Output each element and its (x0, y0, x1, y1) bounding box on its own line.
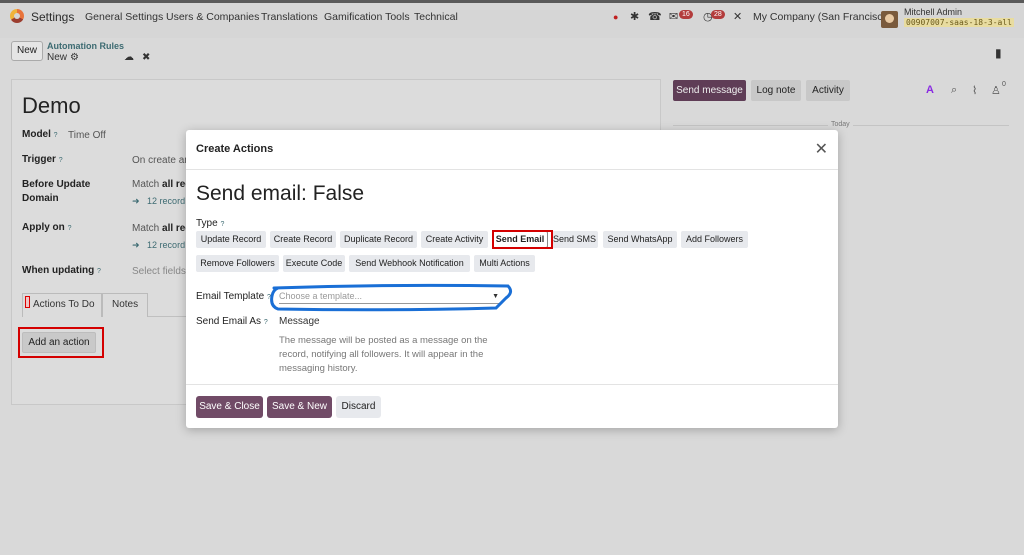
gear-icon[interactable]: ⚙ (70, 52, 79, 63)
when-updating-label: When updating ? (22, 265, 101, 276)
menu-gamification-tools[interactable]: Gamification Tools (324, 11, 410, 23)
type-send-webhook-notification[interactable]: Send Webhook Notification (349, 255, 470, 272)
paperclip-icon[interactable]: ⌇ (972, 84, 977, 97)
create-actions-dialog: Create Actions ✕ Send email: False Type … (186, 130, 838, 428)
followers-icon[interactable]: ♙ (991, 84, 1001, 97)
company-switcher[interactable]: My Company (San Francisco) (753, 11, 892, 23)
type-send-sms[interactable]: Send SMS (551, 231, 598, 248)
save-cloud-icon[interactable]: ☁ (124, 52, 134, 63)
app-name[interactable]: Settings (31, 10, 74, 24)
bug-icon[interactable]: ✱ (630, 10, 639, 23)
tab-notes[interactable]: Notes (102, 293, 148, 317)
trigger-value[interactable]: On create an (132, 155, 190, 166)
activity-button[interactable]: Activity (806, 80, 850, 101)
model-value[interactable]: Time Off (68, 130, 106, 141)
today-label: Today (828, 121, 853, 128)
type-add-followers[interactable]: Add Followers (681, 231, 748, 248)
breadcrumb[interactable]: Automation Rules (47, 41, 124, 51)
before-update-label: Before Update (22, 179, 91, 190)
apply-on-records-link[interactable]: ➜ 12 record (132, 240, 185, 251)
recording-dot-icon[interactable]: ● (613, 12, 618, 22)
type-duplicate-record[interactable]: Duplicate Record (340, 231, 417, 248)
dialog-header-divider (186, 169, 838, 170)
type-remove-followers[interactable]: Remove Followers (196, 255, 279, 272)
email-template-label: Email Template ? (196, 291, 271, 302)
messages-icon[interactable]: ✉ (669, 10, 678, 23)
user-name[interactable]: Mitchell Admin (904, 7, 962, 17)
annotation-red-mark (25, 296, 30, 308)
close-icon[interactable]: ✕ (815, 139, 828, 159)
type-create-record[interactable]: Create Record (270, 231, 336, 248)
record-state: New (47, 52, 68, 63)
type-create-activity[interactable]: Create Activity (421, 231, 488, 248)
type-execute-code[interactable]: Execute Code (283, 255, 345, 272)
when-updating-input[interactable]: Select fields... (132, 266, 194, 277)
phone-icon[interactable]: ☎ (648, 10, 662, 23)
send-email-as-value[interactable]: Message (279, 316, 320, 327)
activities-badge: 28 (711, 10, 725, 19)
tab-actions-to-do[interactable]: Actions To Do (22, 293, 102, 317)
log-note-button[interactable]: Log note (751, 80, 801, 101)
new-button[interactable]: New (11, 41, 43, 61)
apply-on-domain[interactable]: Match all rec (132, 223, 191, 234)
dialog-title: Create Actions (196, 143, 274, 155)
annotation-red-box (18, 327, 104, 358)
discard-icon[interactable]: ✖ (142, 52, 150, 63)
bookmark-icon[interactable]: ▮ (995, 46, 1002, 60)
annotation-blue-scribble (270, 283, 513, 312)
discard-button[interactable]: Discard (336, 396, 381, 418)
menu-translations[interactable]: Translations (261, 11, 318, 23)
type-multi-actions[interactable]: Multi Actions (474, 255, 535, 272)
before-update-records-link[interactable]: ➜ 12 record (132, 196, 185, 207)
send-email-as-help: The message will be posted as a message … (279, 335, 488, 374)
menu-general-settings[interactable]: General Settings (85, 11, 163, 23)
save-new-button[interactable]: Save & New (267, 396, 332, 418)
send-email-as-label: Send Email As ? (196, 316, 268, 327)
action-heading[interactable]: Send email: False (196, 182, 364, 206)
annotation-red-box (492, 230, 553, 249)
menu-technical[interactable]: Technical (414, 11, 458, 23)
ai-icon[interactable]: A (926, 84, 934, 96)
type-update-record[interactable]: Update Record (196, 231, 266, 248)
model-label: Model ? (22, 129, 58, 140)
avatar[interactable] (881, 11, 898, 28)
odoo-app-icon[interactable] (10, 9, 24, 23)
dialog-footer-divider (186, 384, 838, 385)
database-name: 00907007-saas-18-3-all (904, 18, 1014, 27)
page-title[interactable]: Demo (22, 93, 81, 119)
send-message-button[interactable]: Send message (673, 80, 746, 101)
before-update-domain[interactable]: Match all rec (132, 179, 191, 190)
followers-count: 0 (1002, 81, 1006, 88)
search-icon[interactable]: ⌕ (951, 84, 957, 97)
apply-on-label: Apply on ? (22, 222, 72, 233)
messages-badge: 16 (679, 10, 693, 19)
tools-icon[interactable]: ✕ (733, 10, 742, 23)
menu-users-companies[interactable]: Users & Companies (166, 11, 259, 23)
type-label: Type ? (196, 218, 225, 229)
trigger-label: Trigger ? (22, 154, 63, 165)
before-update-label-2: Domain (22, 193, 59, 204)
type-send-whatsapp[interactable]: Send WhatsApp (603, 231, 677, 248)
save-close-button[interactable]: Save & Close (196, 396, 263, 418)
